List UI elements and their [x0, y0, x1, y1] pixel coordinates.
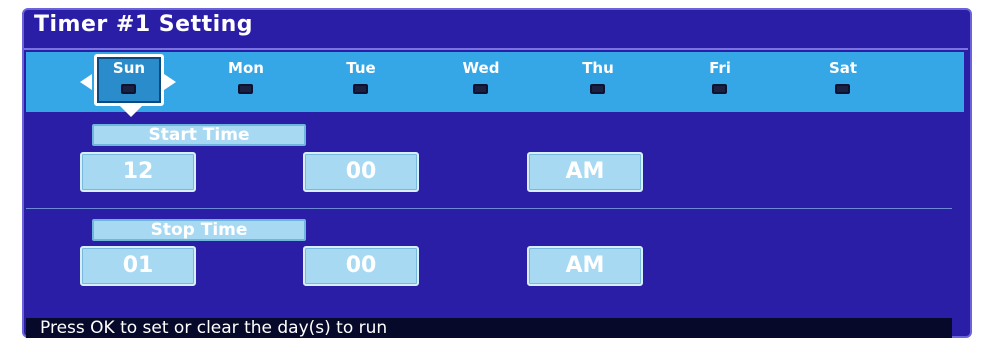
day-label: Tue	[346, 59, 376, 77]
day-label: Fri	[709, 59, 731, 77]
start-minute-field[interactable]: 00	[303, 152, 419, 192]
day-checkbox[interactable]	[473, 84, 488, 94]
day-wed[interactable]: Wed	[451, 52, 541, 112]
day-thu[interactable]: Thu	[568, 52, 658, 112]
stop-time-label: Stop Time	[92, 219, 306, 241]
day-label: Sun	[112, 59, 146, 77]
day-selector: Sun Mon Tue Wed Thu Fri Sat	[26, 52, 964, 117]
day-tue[interactable]: Tue	[331, 52, 421, 112]
day-checkbox[interactable]	[712, 84, 727, 94]
page-title: Timer #1 Setting	[34, 12, 254, 37]
arrow-left-icon[interactable]	[80, 74, 92, 90]
day-checkbox[interactable]	[121, 84, 136, 94]
start-time-label: Start Time	[92, 124, 306, 146]
day-label: Thu	[582, 59, 614, 77]
day-sun[interactable]: Sun	[99, 52, 189, 112]
day-checkbox[interactable]	[238, 84, 253, 94]
day-checkbox[interactable]	[353, 84, 368, 94]
day-label: Sat	[828, 59, 858, 77]
start-hour-field[interactable]: 12	[80, 152, 196, 192]
stop-ampm-field[interactable]: AM	[527, 246, 643, 286]
day-label: Mon	[228, 59, 264, 77]
day-fri[interactable]: Fri	[690, 52, 780, 112]
section-divider	[26, 208, 952, 209]
day-checkbox[interactable]	[590, 84, 605, 94]
stop-minute-field[interactable]: 00	[303, 246, 419, 286]
day-sat[interactable]: Sat	[813, 52, 903, 112]
day-label: Wed	[462, 59, 500, 77]
help-hint-bar: Press OK to set or clear the day(s) to r…	[26, 318, 952, 338]
day-checkbox[interactable]	[835, 84, 850, 94]
stop-hour-field[interactable]: 01	[80, 246, 196, 286]
start-ampm-field[interactable]: AM	[527, 152, 643, 192]
day-mon[interactable]: Mon	[216, 52, 306, 112]
title-divider	[24, 48, 968, 50]
